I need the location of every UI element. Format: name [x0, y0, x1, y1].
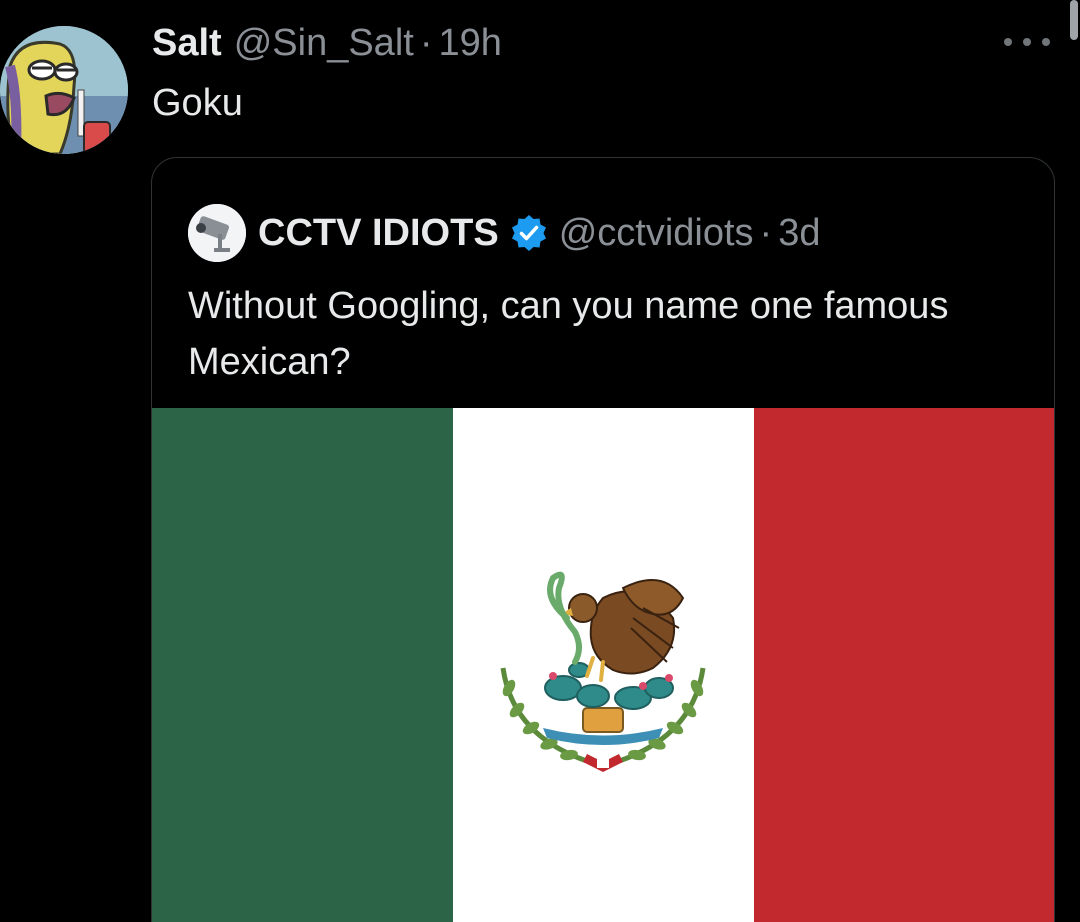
separator-dot: · [759, 211, 773, 254]
quoted-handle[interactable]: @cctvidiots [559, 212, 754, 255]
avatar[interactable] [0, 26, 128, 154]
quoted-display-name[interactable]: CCTV IDIOTS [258, 212, 499, 255]
more-dot [1042, 38, 1050, 46]
flag-green-stripe [152, 408, 453, 922]
flag-white-stripe [453, 408, 754, 922]
separator-dot: · [419, 22, 433, 64]
quoted-tweet-header: CCTV IDIOTS @cctvidiots · 3d [188, 204, 820, 262]
flag-red-stripe [754, 408, 1054, 922]
handle[interactable]: @Sin_Salt [234, 22, 414, 65]
coat-of-arms-emblem [500, 571, 706, 772]
quoted-tweet-text: Without Googling, can you name one famou… [188, 285, 949, 383]
quoted-timestamp[interactable]: 3d [778, 212, 820, 255]
timestamp[interactable]: 19h [438, 22, 501, 65]
more-dot [1004, 38, 1012, 46]
quoted-avatar[interactable] [188, 204, 246, 262]
tweet-header: Salt @Sin_Salt · 19h [152, 22, 502, 72]
scrollbar[interactable] [1070, 0, 1078, 40]
more-horizontal-icon[interactable] [1004, 30, 1050, 54]
quoted-tweet-card[interactable]: CCTV IDIOTS @cctvidiots · 3d Without Goo… [151, 157, 1055, 922]
more-dot [1023, 38, 1031, 46]
tweet[interactable]: Salt @Sin_Salt · 19h Goku CCTV IDIOTS @c… [0, 0, 1080, 922]
tweet-text: Goku [152, 82, 243, 124]
mexican-flag-image[interactable] [152, 408, 1054, 922]
verified-badge-icon [509, 213, 549, 253]
display-name[interactable]: Salt [152, 22, 222, 65]
